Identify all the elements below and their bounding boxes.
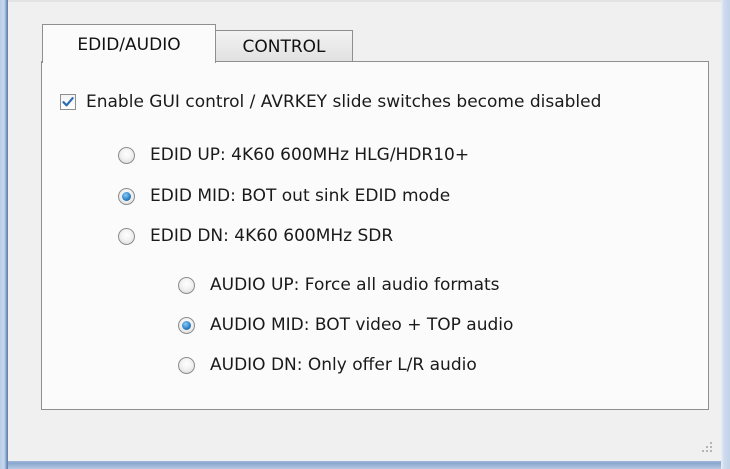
- audio-up-label: AUDIO UP: Force all audio formats: [210, 275, 500, 295]
- enable-gui-checkbox[interactable]: [60, 94, 76, 110]
- edid-mid-radio[interactable]: [118, 187, 135, 205]
- window-frame-bottom: [8, 461, 721, 469]
- audio-dn-radio-row[interactable]: AUDIO DN: Only offer L/R audio: [178, 355, 477, 375]
- edid-dn-label: EDID DN: 4K60 600MHz SDR: [150, 226, 394, 246]
- enable-gui-checkbox-row[interactable]: Enable GUI control / AVRKEY slide switch…: [60, 92, 601, 112]
- edid-mid-radio-row[interactable]: EDID MID: BOT out sink EDID mode: [118, 186, 450, 206]
- edid-up-label: EDID UP: 4K60 600MHz HLG/HDR10+: [150, 145, 470, 165]
- audio-up-radio-row[interactable]: AUDIO UP: Force all audio formats: [178, 275, 500, 295]
- audio-dn-radio[interactable]: [178, 356, 195, 374]
- window-frame-left: [0, 0, 8, 469]
- resize-grip-icon[interactable]: [700, 440, 714, 454]
- audio-mid-radio-row[interactable]: AUDIO MID: BOT video + TOP audio: [178, 315, 513, 335]
- edid-mid-label: EDID MID: BOT out sink EDID mode: [150, 186, 451, 206]
- audio-mid-label: AUDIO MID: BOT video + TOP audio: [210, 315, 514, 335]
- tab-control[interactable]: CONTROL: [215, 30, 353, 62]
- window-frame-right: [721, 0, 730, 469]
- audio-up-radio[interactable]: [178, 276, 195, 294]
- edid-dn-radio[interactable]: [118, 227, 135, 245]
- window-top-strip: [8, 0, 721, 2]
- edid-up-radio-row[interactable]: EDID UP: 4K60 600MHz HLG/HDR10+: [118, 145, 469, 165]
- audio-dn-label: AUDIO DN: Only offer L/R audio: [210, 355, 477, 375]
- edid-dn-radio-row[interactable]: EDID DN: 4K60 600MHz SDR: [118, 226, 393, 246]
- tab-edid-audio[interactable]: EDID/AUDIO: [42, 24, 216, 63]
- edid-up-radio[interactable]: [118, 146, 135, 164]
- audio-mid-radio[interactable]: [178, 316, 195, 334]
- enable-gui-label: Enable GUI control / AVRKEY slide switch…: [86, 92, 602, 112]
